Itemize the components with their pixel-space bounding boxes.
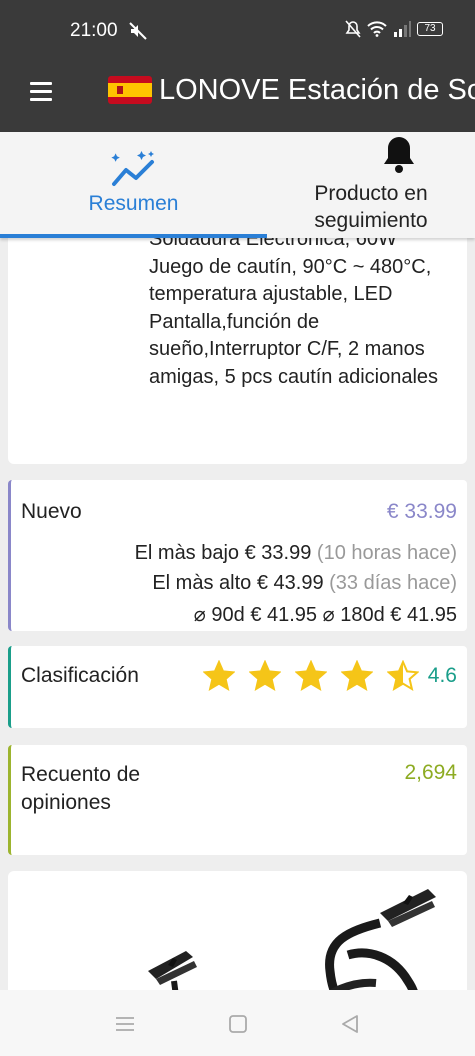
star-full-icon [341, 660, 373, 692]
avg-180d-value: € 41.95 [390, 604, 457, 626]
mute-icon [129, 22, 147, 40]
star-full-icon [249, 660, 281, 692]
rating-label: Clasificación [21, 664, 139, 687]
recent-apps-icon[interactable] [113, 1012, 137, 1036]
active-tab-indicator [0, 234, 267, 238]
product-description-card: Soldadura Electrónica, 60W Juego de caut… [8, 238, 467, 464]
lowest-price-value: € 33.99 [244, 542, 312, 564]
app-bar: LONOVE Estación de Soldadura [0, 62, 475, 132]
signal-icon [394, 21, 411, 37]
tab-summary[interactable]: Resumen [0, 132, 267, 238]
status-icons: 73 [345, 20, 443, 38]
lowest-price-label: El màs bajo [134, 542, 240, 564]
reviews-card: Recuento de opiniones 2,694 [8, 745, 467, 855]
price-condition-label: Nuevo [21, 500, 82, 523]
wifi-icon [367, 21, 387, 37]
product-description: Soldadura Electrónica, 60W Juego de caut… [149, 238, 439, 388]
average-price-row: ⌀ 90d € 41.95 ⌀ 180d € 41.95 [194, 602, 457, 627]
summary-content[interactable]: Soldadura Electrónica, 60W Juego de caut… [0, 238, 475, 990]
app-title: LONOVE Estación de Soldadura [159, 74, 475, 106]
tab-summary-label: Resumen [88, 192, 179, 215]
rating-stars [203, 660, 419, 692]
status-time: 21:00 [70, 20, 118, 41]
highest-price-row: El màs alto € 43.99 (33 días hace) [152, 572, 457, 595]
tab-tracked-product[interactable]: Producto en seguimiento [267, 132, 475, 238]
avg-90d-label: ⌀ 90d [193, 604, 245, 626]
spain-flag-icon [108, 76, 152, 104]
price-card: Nuevo € 33.99 El màs bajo € 33.99 (10 ho… [8, 480, 467, 631]
product-image [148, 889, 436, 990]
lowest-price-row: El màs bajo € 33.99 (10 horas hace) [135, 542, 457, 565]
star-full-icon [203, 660, 235, 692]
current-price: € 33.99 [386, 500, 457, 523]
hamburger-menu-icon[interactable] [30, 82, 54, 102]
bell-icon [384, 137, 414, 173]
battery-icon: 73 [417, 22, 443, 36]
reviews-count: 2,694 [404, 761, 457, 784]
tab-bar: Resumen Producto en seguimiento [0, 132, 475, 238]
star-full-icon [295, 660, 327, 692]
tab-tracked-product-label: Producto en seguimiento [314, 182, 428, 232]
avg-90d-value: € 41.95 [250, 604, 318, 626]
back-icon[interactable] [338, 1012, 362, 1036]
status-bar: 21:00 73 [0, 0, 475, 62]
trending-chart-icon [111, 151, 154, 186]
product-image-card[interactable] [8, 871, 467, 990]
avg-180d-label: ⌀ 180d [322, 604, 385, 626]
rating-card: Clasificación 4.6 [8, 646, 467, 728]
lowest-price-time: (10 horas hace) [316, 542, 457, 564]
star-half-icon [387, 660, 419, 692]
highest-price-time: (33 días hace) [329, 572, 457, 594]
highest-price-label: El màs alto [152, 572, 252, 594]
home-icon[interactable] [226, 1012, 250, 1036]
highest-price-value: € 43.99 [256, 572, 324, 594]
system-navigation-bar [0, 990, 475, 1056]
reviews-label: Recuento de opiniones [21, 763, 141, 814]
notifications-off-icon [345, 20, 361, 38]
rating-value: 4.6 [427, 664, 457, 687]
